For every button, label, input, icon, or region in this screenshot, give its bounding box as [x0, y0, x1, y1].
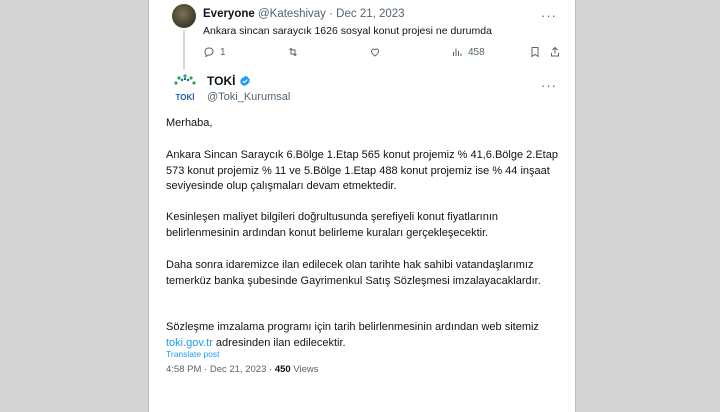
toki-logo-icon: TOKİ — [174, 74, 196, 102]
svg-text:TOKİ: TOKİ — [176, 93, 195, 102]
separator-dot: · — [204, 364, 208, 375]
views-count: 458 — [468, 46, 485, 58]
reply-tweet[interactable]: Everyone @Kateshivay · Dec 21, 2023 ··· … — [149, 0, 575, 70]
separator-dot: · — [269, 364, 273, 375]
share-button[interactable] — [549, 46, 561, 58]
author-name-row[interactable]: TOKİ — [207, 74, 251, 88]
paragraph-2: Kesinleşen maliyet bilgileri doğrultusun… — [166, 211, 499, 239]
thread-line — [183, 30, 185, 70]
more-icon[interactable]: ··· — [541, 8, 557, 23]
paragraph-1: Ankara Sincan Saraycık 6.Bölge 1.Etap 56… — [166, 149, 558, 192]
views-button[interactable]: 458 — [451, 46, 485, 58]
separator-dot: · — [329, 8, 333, 20]
reply-date[interactable]: Dec 21, 2023 — [336, 8, 404, 20]
paragraph-4-tail: adresinden ilan edilecektir. — [212, 336, 346, 349]
more-icon[interactable]: ··· — [541, 78, 557, 93]
avatar[interactable] — [172, 4, 196, 28]
paragraph-3: Daha sonra idaremizce ilan edilecek olan… — [166, 259, 541, 287]
author-name[interactable]: TOKİ — [207, 74, 235, 88]
author-handle[interactable]: @Toki_Kurumsal — [207, 91, 290, 103]
retweet-icon — [289, 47, 297, 57]
action-bar: 1 458 — [203, 46, 559, 60]
reply-text: Ankara sincan saraycık 1626 sosyal konut… — [203, 25, 492, 37]
post-date[interactable]: Dec 21, 2023 — [210, 364, 267, 375]
bookmark-button[interactable] — [529, 46, 541, 58]
toki-logo-avatar[interactable]: TOKİ — [169, 72, 201, 104]
translate-post-link[interactable]: Translate post — [166, 349, 220, 359]
like-button[interactable] — [369, 46, 381, 58]
reply-handle[interactable]: @Kateshivay — [258, 8, 326, 20]
share-icon — [551, 46, 559, 57]
paragraph-4: Sözleşme imzalama programı için tarih be… — [166, 320, 566, 351]
reply-count: 1 — [220, 46, 226, 58]
reply-icon — [204, 47, 214, 58]
website-link[interactable]: toki.gov.tr — [166, 337, 213, 349]
post-time[interactable]: 4:58 PM — [166, 364, 201, 375]
retweet-button[interactable] — [287, 46, 299, 58]
views-label: Views — [293, 364, 319, 375]
tweet-card: Everyone @Kateshivay · Dec 21, 2023 ··· … — [148, 0, 576, 412]
bookmark-icon — [531, 47, 539, 58]
paragraph-4-text: Sözleşme imzalama programı için tarih be… — [166, 321, 539, 333]
greeting: Merhaba, — [166, 117, 213, 129]
reply-button[interactable]: 1 — [203, 46, 226, 58]
like-icon — [370, 48, 380, 57]
views-count: 450 — [274, 364, 291, 375]
reply-header: Everyone @Kateshivay · Dec 21, 2023 — [203, 8, 405, 20]
views-icon — [453, 48, 462, 56]
reply-author-name[interactable]: Everyone — [203, 8, 255, 20]
verified-icon — [240, 75, 251, 87]
tweet-metadata: 4:58 PM · Dec 21, 2023 · 450 Views — [166, 364, 318, 375]
